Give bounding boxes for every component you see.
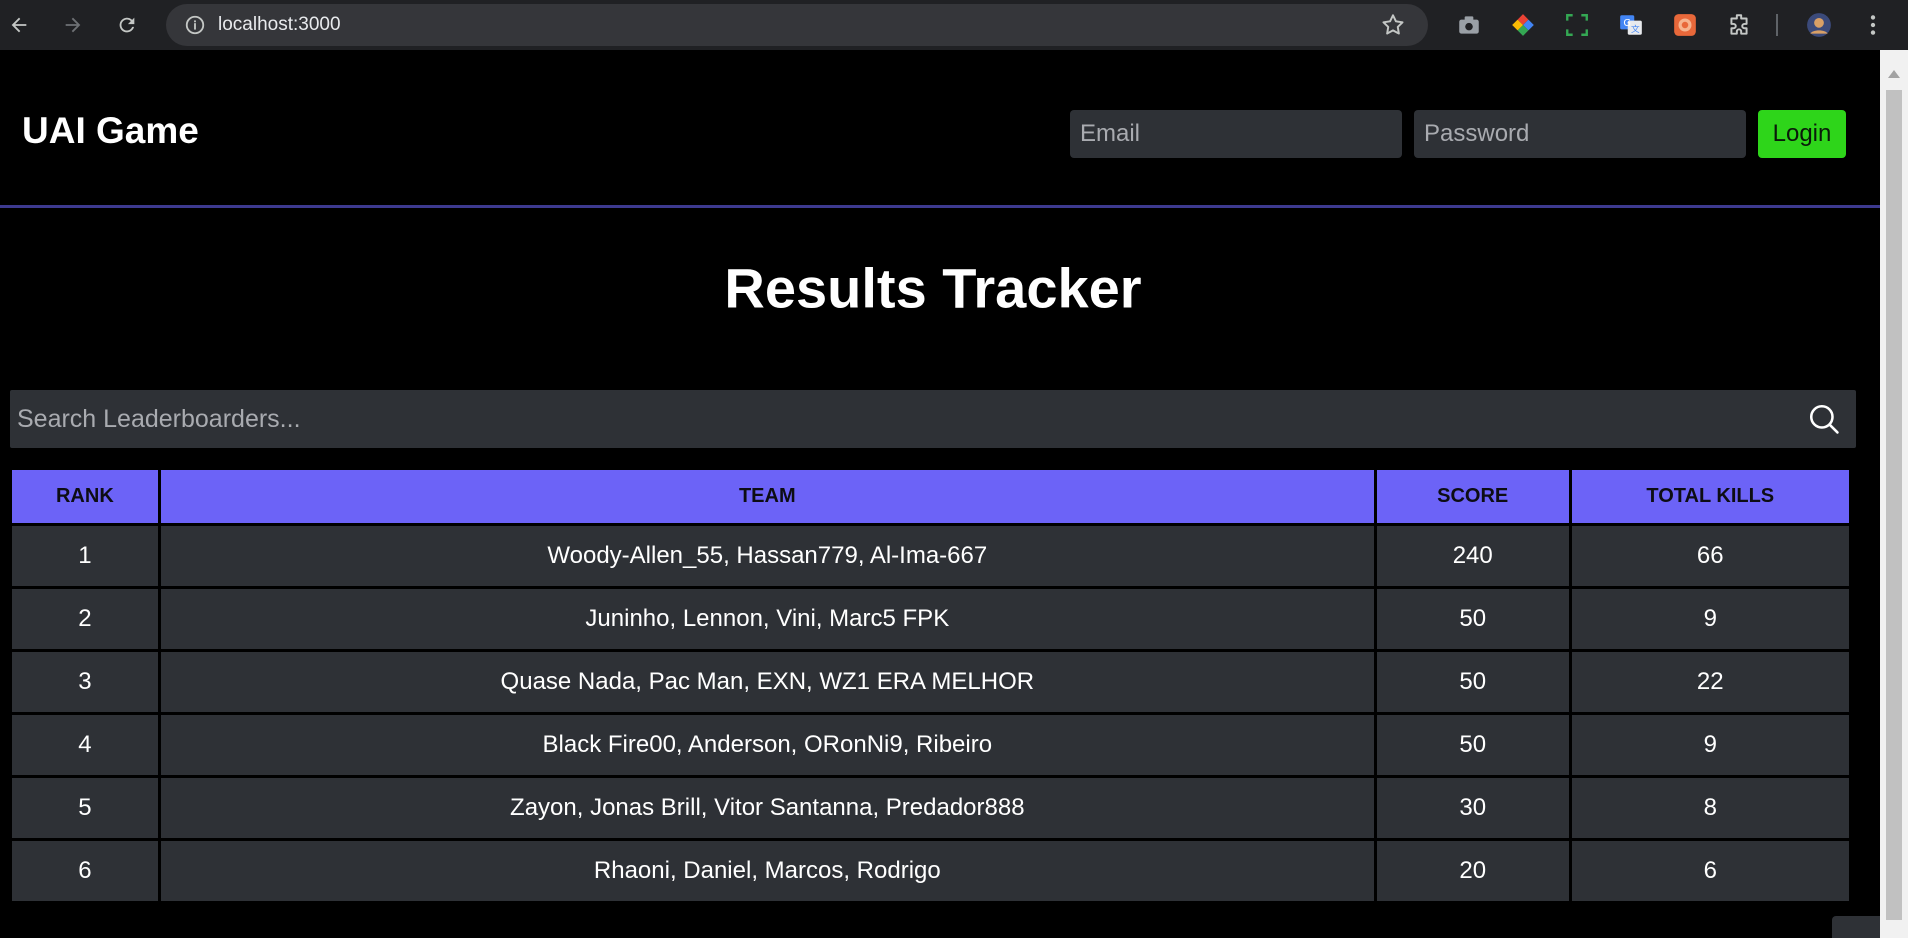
reload-button[interactable] [110,8,144,42]
team-cell: Rhaoni, Daniel, Marcos, Rodrigo [160,841,1374,901]
login-button[interactable]: Login [1758,110,1846,158]
svg-text:G: G [1623,18,1631,29]
column-header-team[interactable]: TEAM [160,470,1374,523]
team-cell: Woody-Allen_55, Hassan779, Al-Ima-667 [160,526,1374,586]
team-cell: Quase Nada, Pac Man, EXN, WZ1 ERA MELHOR [160,652,1374,712]
table-row: 6 Rhaoni, Daniel, Marcos, Rodrigo 20 6 [12,841,1849,901]
password-field[interactable] [1414,110,1746,158]
team-cell: Zayon, Jonas Brill, Vitor Santanna, Pred… [160,778,1374,838]
score-cell: 30 [1376,778,1569,838]
rank-cell: 1 [12,526,158,586]
table-header-row: RANK TEAM SCORE TOTAL KILLS [12,470,1849,523]
browser-toolbar: localhost:3000 G文 [0,0,1908,50]
search-icon[interactable] [1806,401,1842,437]
camera-extension-icon[interactable] [1454,10,1484,40]
screenshot-extension-icon[interactable] [1562,10,1592,40]
extensions-puzzle-icon[interactable] [1724,10,1754,40]
profile-avatar[interactable] [1804,10,1834,40]
toolbar-divider [1776,14,1778,36]
column-header-total-kills[interactable]: TOTAL KILLS [1571,470,1849,523]
score-cell: 50 [1376,589,1569,649]
kills-cell: 6 [1571,841,1849,901]
table-row: 4 Black Fire00, Anderson, ORonNi9, Ribei… [12,715,1849,775]
reload-icon [119,17,135,33]
column-header-score[interactable]: SCORE [1376,470,1569,523]
table-row: 3 Quase Nada, Pac Man, EXN, WZ1 ERA MELH… [12,652,1849,712]
corner-widget[interactable] [1832,916,1880,938]
arrow-right-icon [65,17,81,33]
kills-cell: 22 [1571,652,1849,712]
email-field[interactable] [1070,110,1402,158]
rank-cell: 2 [12,589,158,649]
color-picker-extension-icon[interactable] [1508,10,1538,40]
page-title: Results Tracker [724,256,1142,320]
app-title: UAI Game [22,110,199,151]
table-row: 1 Woody-Allen_55, Hassan779, Al-Ima-667 … [12,526,1849,586]
translate-extension-icon[interactable]: G文 [1616,10,1646,40]
kills-cell: 66 [1571,526,1849,586]
page-scrollbar[interactable] [1880,50,1908,938]
score-cell: 50 [1376,652,1569,712]
score-cell: 20 [1376,841,1569,901]
score-cell: 50 [1376,715,1569,775]
rank-cell: 4 [12,715,158,775]
rank-cell: 6 [12,841,158,901]
back-button[interactable] [2,8,36,42]
app-header: UAI Game Login [0,50,1880,208]
arrow-left-icon [11,17,27,33]
search-bar [10,390,1856,448]
kills-cell: 8 [1571,778,1849,838]
site-info-icon[interactable] [180,10,210,40]
team-cell: Black Fire00, Anderson, ORonNi9, Ribeiro [160,715,1374,775]
fox-extension-icon[interactable] [1670,10,1700,40]
scrollbar-thumb[interactable] [1886,90,1902,920]
browser-menu-icon[interactable] [1858,10,1888,40]
leaderboard-table: RANK TEAM SCORE TOTAL KILLS 1 Woody-Alle… [9,467,1852,904]
scroll-up-arrow-icon[interactable] [1888,70,1900,78]
kills-cell: 9 [1571,589,1849,649]
bookmark-star-icon[interactable] [1380,12,1406,38]
address-bar[interactable]: localhost:3000 [166,4,1428,46]
team-cell: Juninho, Lennon, Vini, Marc5 FPK [160,589,1374,649]
url-text: localhost:3000 [218,14,341,35]
forward-button[interactable] [56,8,90,42]
score-cell: 240 [1376,526,1569,586]
table-row: 5 Zayon, Jonas Brill, Vitor Santanna, Pr… [12,778,1849,838]
kills-cell: 9 [1571,715,1849,775]
page-viewport: UAI Game Login Results Tracker RANK TEAM… [0,50,1880,938]
search-input[interactable] [10,390,1790,448]
table-row: 2 Juninho, Lennon, Vini, Marc5 FPK 50 9 [12,589,1849,649]
rank-cell: 3 [12,652,158,712]
column-header-rank[interactable]: RANK [12,470,158,523]
svg-text:文: 文 [1631,23,1640,35]
rank-cell: 5 [12,778,158,838]
